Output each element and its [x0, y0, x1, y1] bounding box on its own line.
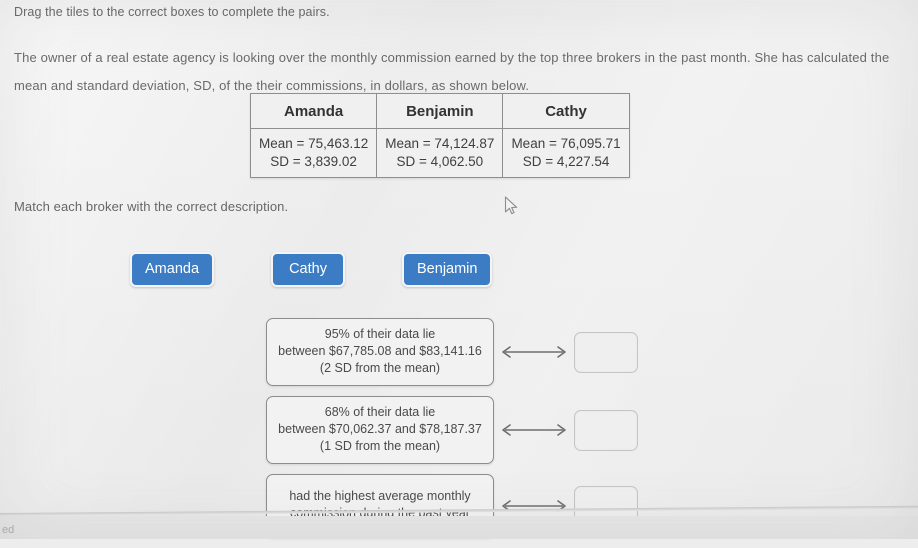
table-header-row: Amanda Benjamin Cathy: [249, 93, 630, 129]
table-cell-cathy-stats: Mean = 76,095.71 SD = 4,227.54: [502, 128, 630, 178]
drag-tiles-instruction: Drag the tiles to the correct boxes to c…: [14, 5, 330, 19]
table-header-benjamin: Benjamin: [376, 93, 504, 129]
broker-statistics-table: Amanda Benjamin Cathy Mean = 75,463.12 S…: [249, 93, 630, 178]
description-line-1: 95% of their data lie: [324, 327, 436, 341]
question-page: Drag the tiles to the correct boxes to c…: [0, 0, 918, 539]
tile-cathy[interactable]: Cathy: [271, 252, 346, 287]
match-instruction: Match each broker with the correct descr…: [14, 199, 289, 214]
table-header-amanda: Amanda: [249, 93, 378, 129]
double-arrow-icon: [502, 424, 566, 436]
tile-benjamin[interactable]: Benjamin: [402, 252, 493, 287]
match-row: 95% of their data lie between $67,785.08…: [266, 318, 638, 386]
bottom-text-fragment: ed: [2, 524, 15, 536]
tile-amanda[interactable]: Amanda: [130, 252, 215, 287]
cathy-mean: Mean = 76,095.71: [511, 136, 621, 151]
benjamin-sd: SD = 4,062.50: [396, 154, 484, 169]
drop-target-95-percent[interactable]: [574, 331, 638, 373]
match-row: 68% of their data lie between $70,062.37…: [266, 396, 638, 464]
scenario-paragraph: The owner of a real estate agency is loo…: [14, 50, 890, 93]
description-line-2: between $67,785.08 and $83,141.16: [278, 344, 482, 358]
amanda-mean: Mean = 75,463.12: [259, 136, 369, 151]
bottom-chrome: [0, 516, 918, 539]
cathy-sd: SD = 4,227.54: [522, 154, 610, 169]
table-cell-benjamin-stats: Mean = 74,124.87 SD = 4,062.50: [376, 128, 504, 178]
amanda-sd: SD = 3,839.02: [270, 154, 357, 169]
description-line-3: (1 SD from the mean): [319, 439, 441, 453]
description-line-2: between $70,062.37 and $78,187.37: [278, 422, 482, 436]
match-rows-container: 95% of their data lie between $67,785.08…: [266, 318, 638, 548]
drop-target-68-percent[interactable]: [574, 409, 638, 451]
double-arrow-icon: [502, 346, 566, 358]
description-line-1: 68% of their data lie: [324, 405, 436, 419]
table-header-cathy: Cathy: [502, 93, 630, 129]
benjamin-mean: Mean = 74,124.87: [385, 136, 495, 151]
table-cell-amanda-stats: Mean = 75,463.12 SD = 3,839.02: [249, 128, 378, 178]
mouse-cursor-icon: [504, 196, 518, 215]
description-line-1: had the highest average monthly: [289, 489, 471, 503]
table-row: Mean = 75,463.12 SD = 3,839.02 Mean = 74…: [249, 128, 630, 178]
description-line-3: (2 SD from the mean): [319, 361, 441, 375]
draggable-tiles-container: Amanda Cathy Benjamin: [130, 252, 493, 287]
description-box-68-percent: 68% of their data lie between $70,062.37…: [266, 396, 494, 464]
description-box-95-percent: 95% of their data lie between $67,785.08…: [266, 318, 494, 386]
